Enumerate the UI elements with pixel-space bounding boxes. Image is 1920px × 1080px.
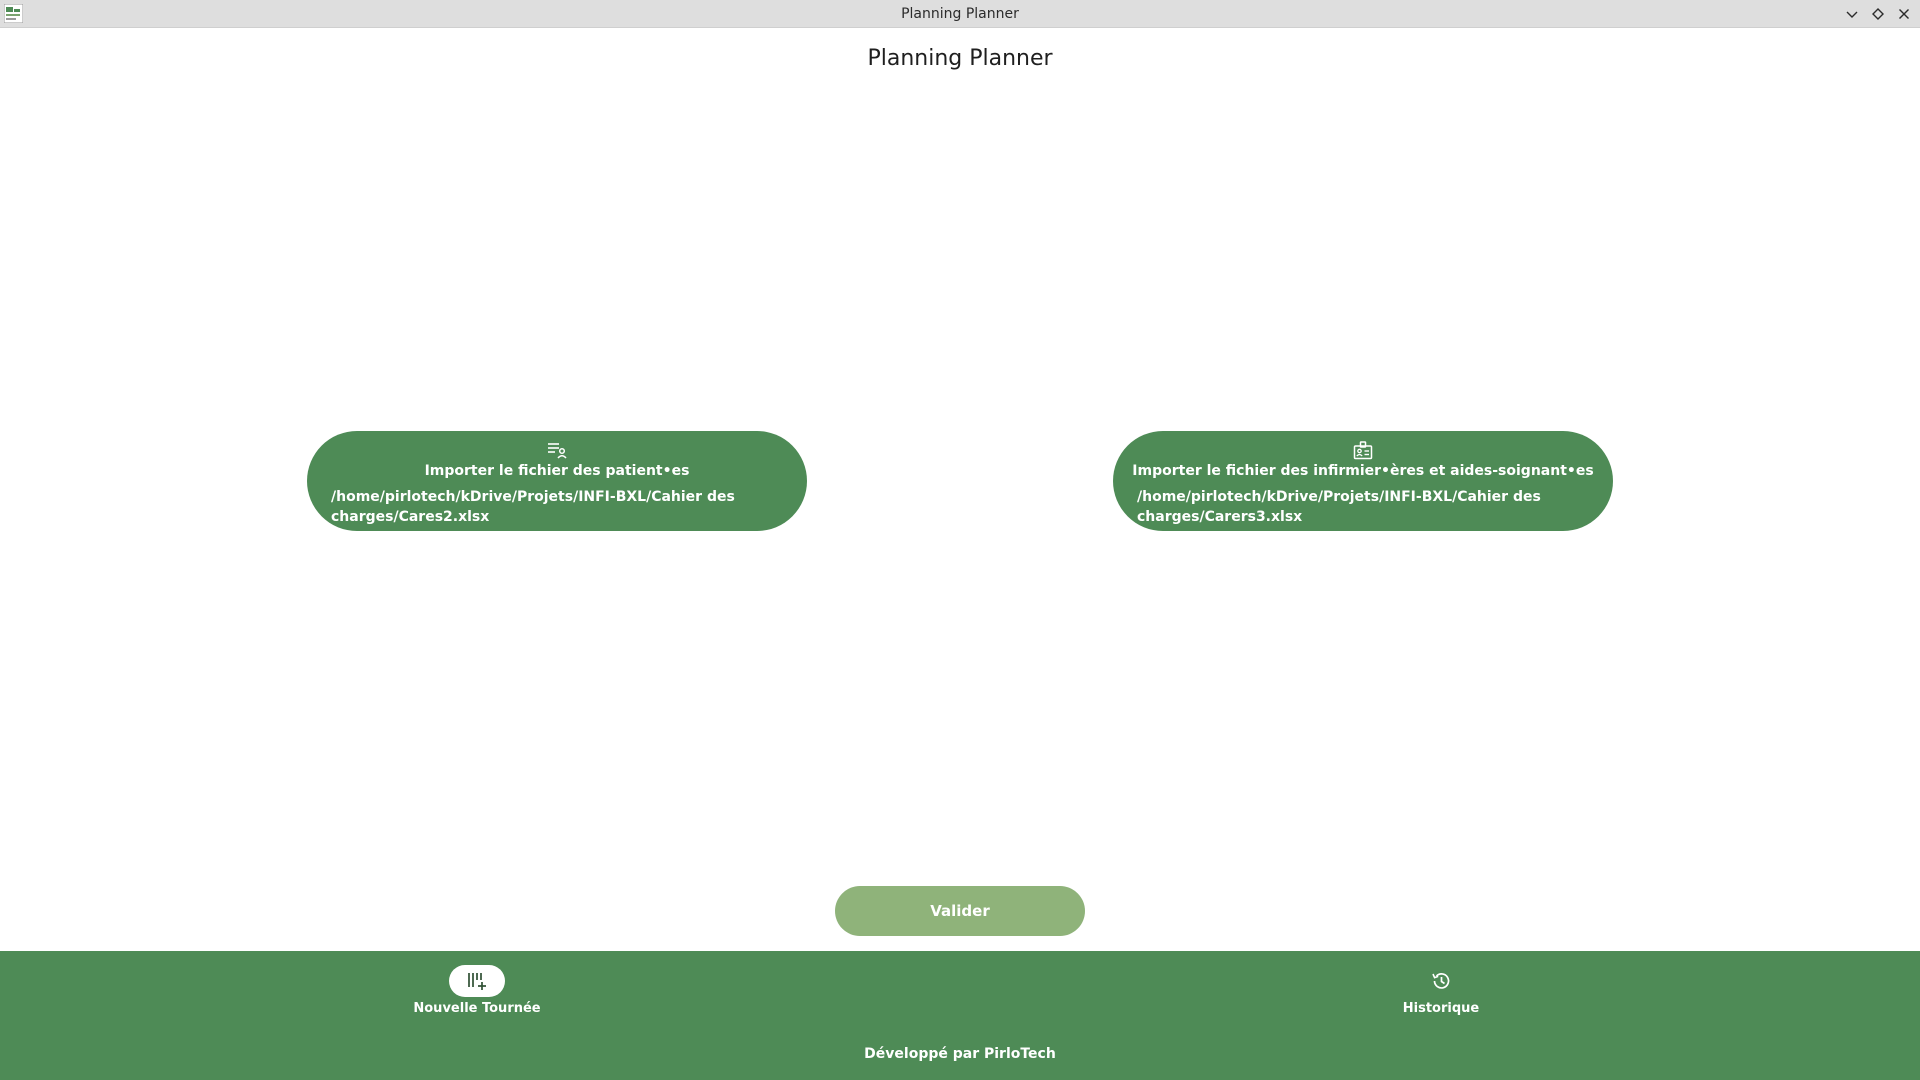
nav-item-history[interactable]: Historique — [1361, 965, 1521, 1016]
page-title: Planning Planner — [867, 46, 1053, 71]
maximize-icon — [1872, 8, 1884, 20]
badge-icon — [1353, 441, 1373, 460]
minimize-button[interactable] — [1842, 4, 1862, 24]
import-patients-button[interactable]: Importer le fichier des patient•es /home… — [307, 431, 807, 531]
nav-label-history: Historique — [1402, 1001, 1480, 1016]
nav-item-new-tour[interactable]: Nouvelle Tournée — [397, 965, 557, 1016]
bottom-navigation-bar: Nouvelle Tournée Historique Développé pa… — [0, 951, 1920, 1080]
close-icon — [1899, 9, 1909, 19]
validate-button[interactable]: Valider — [835, 886, 1085, 936]
close-button[interactable] — [1894, 4, 1914, 24]
person-list-icon — [548, 443, 567, 459]
import-patients-label: Importer le fichier des patient•es — [424, 463, 690, 479]
nav-active-indicator — [449, 965, 505, 997]
nav-label-new-tour: Nouvelle Tournée — [413, 1001, 541, 1016]
window-title: Planning Planner — [901, 6, 1019, 22]
import-carers-label: Importer le fichier des infirmier•ères e… — [1132, 463, 1594, 479]
footer-credit: Développé par PirloTech — [864, 1046, 1056, 1062]
history-icon — [1432, 973, 1450, 989]
import-carers-button[interactable]: Importer le fichier des infirmier•ères e… — [1113, 431, 1613, 531]
maximize-button[interactable] — [1868, 4, 1888, 24]
window-titlebar: Planning Planner — [0, 0, 1920, 28]
window-controls — [1842, 4, 1914, 24]
new-tour-icon — [468, 973, 486, 990]
import-carers-path: /home/pirlotech/kDrive/Projets/INFI-BXL/… — [1137, 489, 1541, 525]
import-patients-path: /home/pirlotech/kDrive/Projets/INFI-BXL/… — [331, 489, 735, 525]
minimize-icon — [1846, 11, 1858, 18]
